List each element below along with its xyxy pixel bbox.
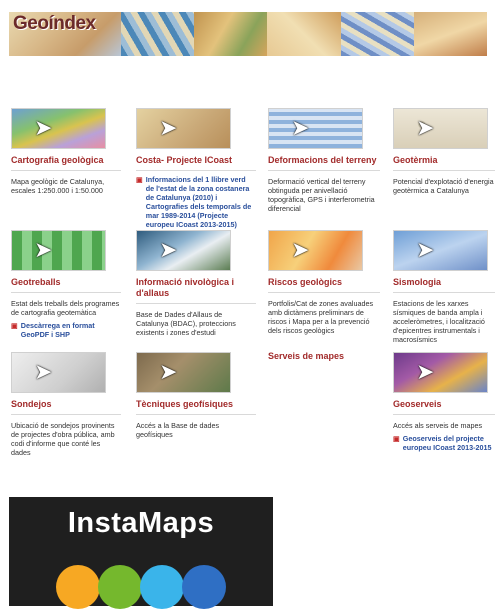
card-deformacions[interactable]: ➤ Deformacions del terreny Deformació ve… (268, 108, 380, 213)
instamaps-dot-green (98, 565, 142, 609)
pointer-cursor-icon: ➤ (159, 237, 178, 262)
card-costa[interactable]: ➤ Costa- Projecte ICoast ▣ Informacions … (136, 108, 256, 229)
card-description: Base de Dades d'Allaus de Catalunya (BDA… (136, 310, 236, 337)
deformacions-thumbnail[interactable]: ➤ (268, 108, 363, 149)
pointer-cursor-icon: ➤ (416, 237, 435, 262)
sondejos-thumbnail[interactable]: ➤ (11, 352, 106, 393)
card-description: Estacions de les xarxes sísmiques de ban… (393, 299, 485, 344)
card-title[interactable]: Geoserveis (393, 399, 495, 415)
card-geotreballs[interactable]: ➤ Geotreballs Estat dels treballs dels p… (11, 230, 121, 339)
card-riscos[interactable]: ➤ Riscos geològics Portfolis/Cat de zone… (268, 230, 380, 335)
card-nivologica[interactable]: ➤ Informació nivològica i d'allaus Base … (136, 230, 256, 337)
costa-thumbnail[interactable]: ➤ (136, 108, 231, 149)
pointer-cursor-icon: ➤ (416, 359, 435, 384)
instamaps-dot-orange (56, 565, 100, 609)
card-tecniques[interactable]: ➤ Tècniques geofísiques Accés a la Base … (136, 352, 256, 439)
card-title[interactable]: Sondejos (11, 399, 121, 415)
geoserveis-thumbnail[interactable]: ➤ (393, 352, 488, 393)
card-cartografia[interactable]: ➤ Cartografia geològica Mapa geològic de… (11, 108, 121, 195)
banner-map-thumb (194, 12, 268, 56)
card-title[interactable]: Tècniques geofísiques (136, 399, 256, 415)
card-title[interactable]: Deformacions del terreny (268, 155, 380, 171)
pdf-icon: ▣ (11, 321, 18, 330)
instamaps-dot-lightblue (140, 565, 184, 609)
pdf-icon: ▣ (136, 175, 143, 184)
banner-map-thumb (413, 12, 487, 56)
riscos-thumbnail[interactable]: ➤ (268, 230, 363, 271)
card-sismologia[interactable]: ➤ Sismologia Estacions de les xarxes sís… (393, 230, 495, 344)
card-description: Deformació vertical del terreny obtingud… (268, 177, 375, 213)
instamaps-name: InstaMaps (67, 507, 215, 539)
card-description: Ubicació de sondejos provinents de proje… (11, 421, 115, 457)
card-description: Accés a la Base de dades geofísiques (136, 421, 220, 439)
cartografia-thumbnail[interactable]: ➤ (11, 108, 106, 149)
nivologica-thumbnail[interactable]: ➤ (136, 230, 231, 271)
card-link[interactable]: ▣ Informacions del 1 llibre verd de l'es… (136, 175, 256, 229)
pointer-cursor-icon: ➤ (291, 115, 310, 140)
card-link-text[interactable]: Informacions del 1 llibre verd de l'esta… (146, 175, 256, 229)
pdf-icon: ▣ (393, 434, 400, 443)
card-description: Mapa geològic de Catalunya, escales 1:25… (11, 177, 105, 195)
card-link[interactable]: ▣ Geoserveis del projecte europeu ICoast… (393, 434, 495, 452)
card-geoserveis[interactable]: ➤ Geoserveis Accés als serveis de mapes … (393, 352, 495, 452)
pointer-cursor-icon: ➤ (34, 237, 53, 262)
geoindex-logo-text: Geoíndex (13, 13, 96, 34)
card-title[interactable]: Sismologia (393, 277, 495, 293)
sismologia-thumbnail[interactable]: ➤ (393, 230, 488, 271)
pointer-cursor-icon: ➤ (34, 359, 53, 384)
geotreballs-thumbnail[interactable]: ➤ (11, 230, 106, 271)
geoindex-banner[interactable]: Geoíndex (9, 12, 487, 56)
geoindex-logo[interactable]: Geoíndex (9, 12, 121, 56)
pointer-cursor-icon: ➤ (159, 115, 178, 140)
pointer-cursor-icon: ➤ (291, 237, 310, 262)
geotermia-thumbnail[interactable]: ➤ (393, 108, 488, 149)
card-title[interactable]: Riscos geològics (268, 277, 380, 293)
card-title[interactable]: Informació nivològica i d'allaus (136, 277, 256, 304)
pointer-cursor-icon: ➤ (34, 115, 53, 140)
instamaps-dot-blue (182, 565, 226, 609)
card-description: Portfolis/Cat de zones avaluades amb dic… (268, 299, 374, 335)
pointer-cursor-icon: ➤ (416, 115, 435, 140)
card-link-text[interactable]: Descàrrega en format GeoPDF i SHP (21, 321, 121, 339)
serveis-de-mapes-heading: Serveis de mapes (268, 351, 345, 361)
banner-map-thumb (267, 12, 341, 56)
card-title[interactable]: Geotreballs (11, 277, 121, 293)
card-title[interactable]: Cartografia geològica (11, 155, 121, 171)
tecniques-thumbnail[interactable]: ➤ (136, 352, 231, 393)
instamaps-logo[interactable]: InstaMaps (9, 497, 273, 609)
banner-map-thumb (340, 12, 414, 56)
card-title[interactable]: Costa- Projecte ICoast (136, 155, 256, 171)
card-link[interactable]: ▣ Descàrrega en format GeoPDF i SHP (11, 321, 121, 339)
pointer-cursor-icon: ➤ (159, 359, 178, 384)
card-description: Estat dels treballs dels programes de ca… (11, 299, 120, 317)
card-title[interactable]: Geotèrmia (393, 155, 495, 171)
banner-map-thumb (121, 12, 195, 56)
card-description: Potencial d'explotació d'energia geotèrm… (393, 177, 494, 195)
card-sondejos[interactable]: ➤ Sondejos Ubicació de sondejos provinen… (11, 352, 121, 457)
card-geotermia[interactable]: ➤ Geotèrmia Potencial d'explotació d'ene… (393, 108, 495, 195)
card-description: Accés als serveis de mapes (393, 421, 483, 430)
card-link-text[interactable]: Geoserveis del projecte europeu ICoast 2… (403, 434, 495, 452)
